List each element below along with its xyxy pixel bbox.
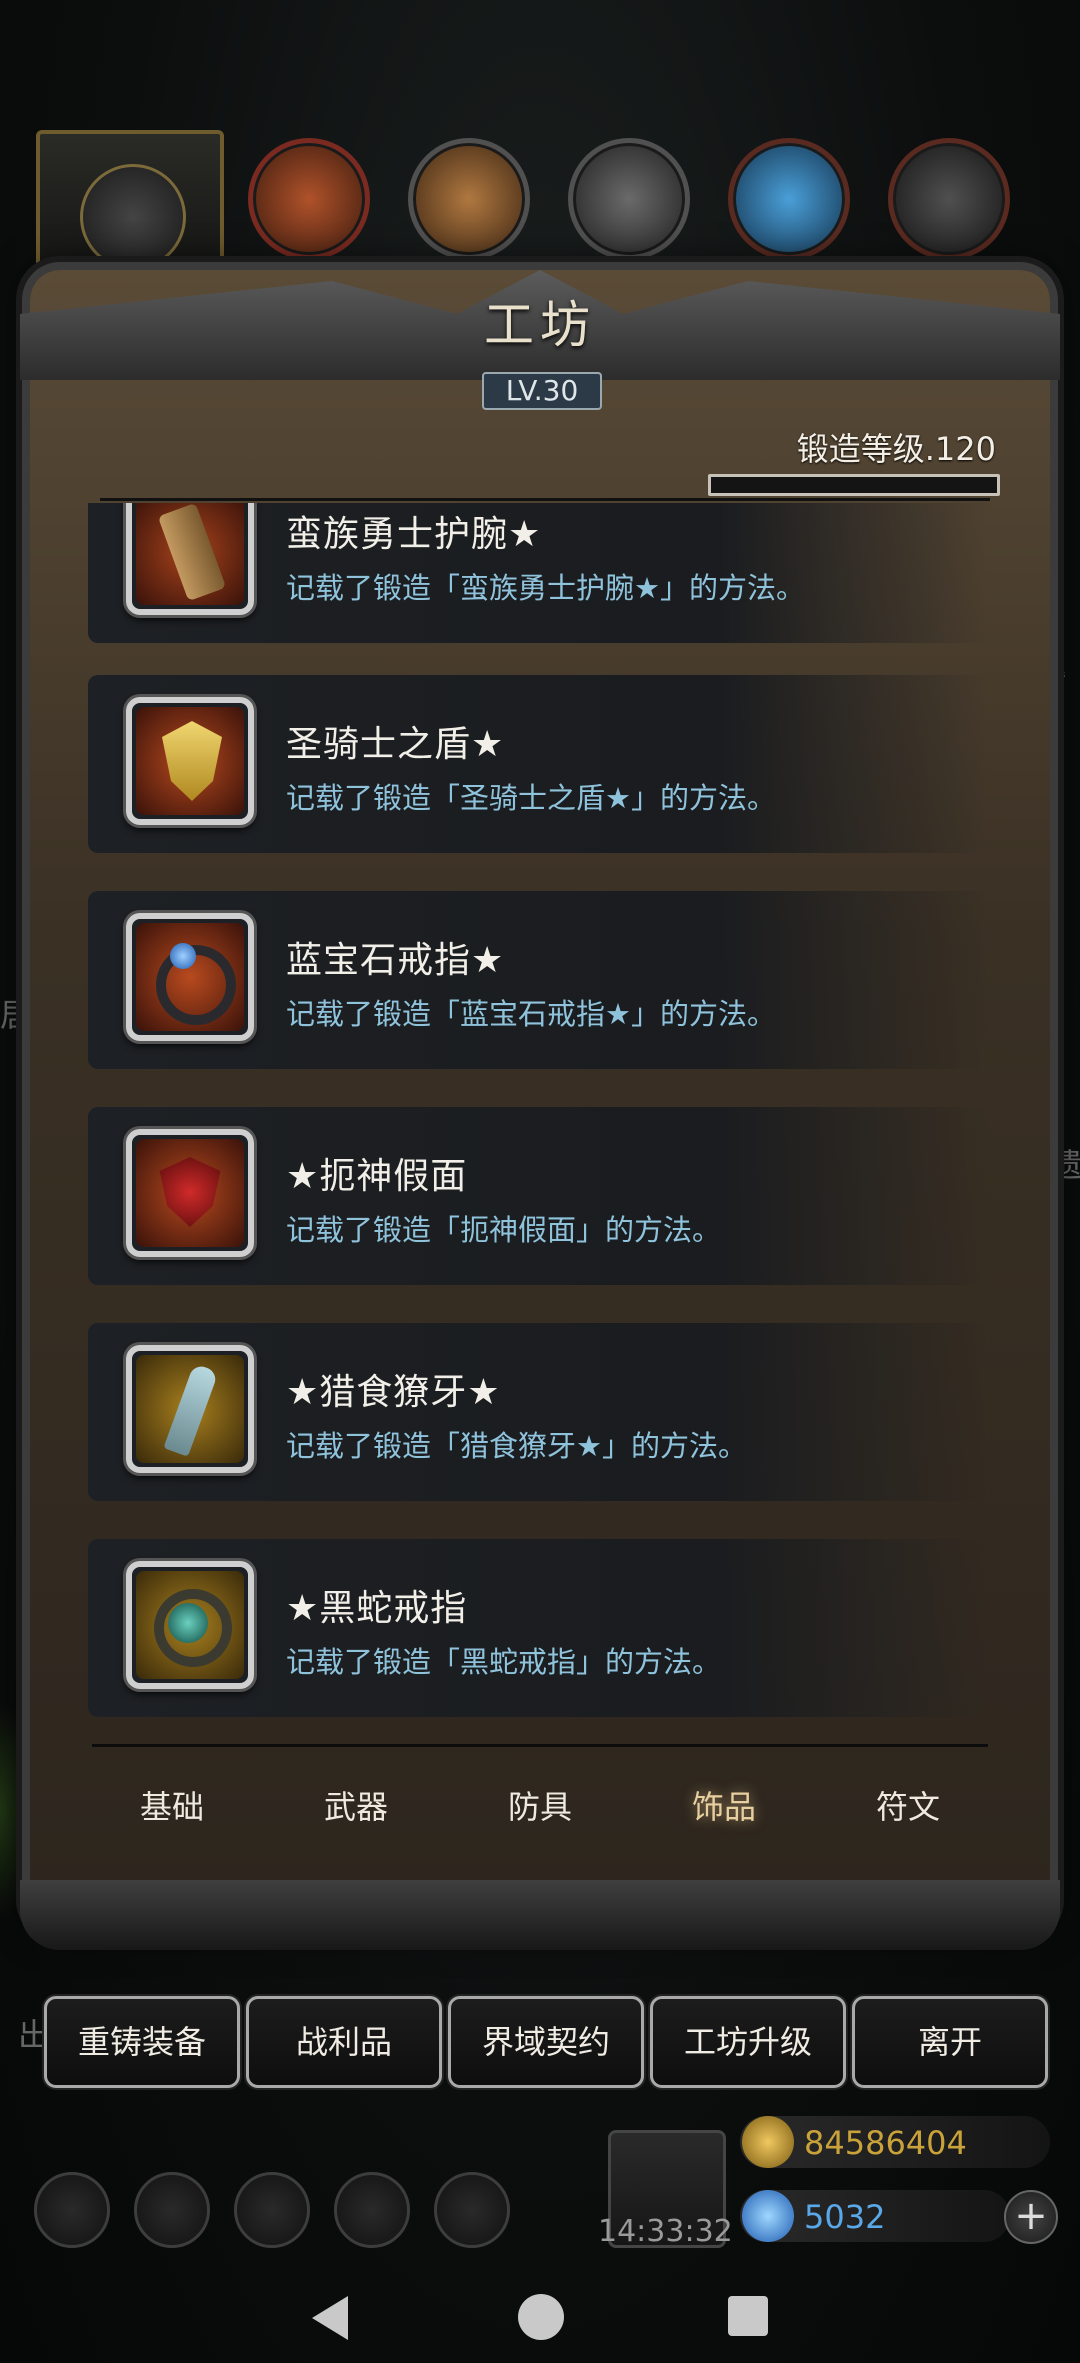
gem-counter: 5032 bbox=[740, 2190, 1010, 2242]
upgrade-workshop-button[interactable]: 工坊升级 bbox=[650, 1996, 846, 2088]
mail-icon[interactable] bbox=[334, 2172, 410, 2248]
loot-button[interactable]: 战利品 bbox=[246, 1996, 442, 2088]
item-desc: 记载了锻造「猎食獠牙★」的方法。 bbox=[286, 1429, 747, 1463]
panel-ornate-frame-bottom bbox=[20, 1880, 1060, 1950]
list-item[interactable]: 圣骑士之盾★ 记载了锻造「圣骑士之盾★」的方法。 bbox=[88, 675, 988, 853]
gold-coin-icon bbox=[742, 2116, 794, 2168]
item-desc: 记载了锻造「圣骑士之盾★」的方法。 bbox=[286, 781, 776, 815]
list-item[interactable]: 蛮族勇士护腕★ 记载了锻造「蛮族勇士护腕★」的方法。 bbox=[88, 503, 988, 643]
trade-icon[interactable] bbox=[434, 2172, 510, 2248]
item-name: 蓝宝石戒指★ bbox=[286, 940, 505, 981]
tab-weapons[interactable]: 武器 bbox=[264, 1752, 448, 1862]
forge-level-label: 锻造等级.120 bbox=[796, 430, 996, 468]
item-desc: 记载了锻造「黑蛇戒指」的方法。 bbox=[286, 1645, 722, 1679]
item-desc: 记载了锻造「扼神假面」的方法。 bbox=[286, 1213, 722, 1247]
add-currency-button[interactable]: + bbox=[1004, 2190, 1058, 2244]
tab-accessories[interactable]: 饰品 bbox=[632, 1752, 816, 1862]
recipe-list[interactable]: 蛮族勇士护腕★ 记载了锻造「蛮族勇士护腕★」的方法。 圣骑士之盾★ 记载了锻造「… bbox=[80, 503, 1000, 1741]
list-item[interactable]: ★黑蛇戒指 记载了锻造「黑蛇戒指」的方法。 bbox=[88, 1539, 988, 1717]
system-nav-bar bbox=[0, 2270, 1080, 2363]
item-name: ★扼神假面 bbox=[286, 1156, 468, 1197]
item-name: 蛮族勇士护腕★ bbox=[286, 514, 542, 555]
side-text-left: 居 bbox=[0, 996, 33, 1034]
ring-icon bbox=[126, 913, 254, 1041]
item-desc: 记载了锻造「蓝宝石戒指★」的方法。 bbox=[286, 997, 776, 1031]
leave-button[interactable]: 离开 bbox=[852, 1996, 1048, 2088]
item-name: 圣骑士之盾★ bbox=[286, 724, 505, 765]
crystal-icon[interactable] bbox=[728, 138, 850, 260]
forge-progress-bar bbox=[708, 474, 1000, 496]
panel-title: 工坊 bbox=[484, 296, 596, 354]
list-divider-top bbox=[100, 498, 990, 501]
tab-basic[interactable]: 基础 bbox=[80, 1752, 264, 1862]
side-text-right: 遗 bbox=[1050, 1146, 1080, 1184]
iron-icon[interactable] bbox=[888, 138, 1010, 260]
workshop-level-badge: LV.30 bbox=[482, 372, 602, 410]
item-desc: 记载了锻造「蛮族勇士护腕★」的方法。 bbox=[286, 571, 805, 605]
tab-runes[interactable]: 符文 bbox=[816, 1752, 1000, 1862]
category-tabs: 基础 武器 防具 饰品 符文 bbox=[80, 1752, 1000, 1862]
home-icon[interactable] bbox=[518, 2294, 564, 2340]
gem-icon bbox=[742, 2190, 794, 2242]
guild-icon[interactable] bbox=[234, 2172, 310, 2248]
realm-contract-button[interactable]: 界域契约 bbox=[448, 1996, 644, 2088]
wood-icon[interactable] bbox=[408, 138, 530, 260]
item-name: ★黑蛇戒指 bbox=[286, 1588, 468, 1629]
list-divider-bottom bbox=[92, 1744, 988, 1747]
settings-icon[interactable] bbox=[34, 2172, 110, 2248]
fang-icon bbox=[126, 1345, 254, 1473]
mask-icon bbox=[126, 1129, 254, 1257]
item-name: ★猎食獠牙★ bbox=[286, 1372, 501, 1413]
guild-emblem-icon bbox=[80, 164, 186, 270]
back-icon[interactable] bbox=[312, 2296, 348, 2340]
list-item[interactable]: ★猎食獠牙★ 记载了锻造「猎食獠牙★」的方法。 bbox=[88, 1323, 988, 1501]
achievement-icon[interactable] bbox=[134, 2172, 210, 2248]
stone-icon[interactable] bbox=[568, 138, 690, 260]
reforge-button[interactable]: 重铸装备 bbox=[44, 1996, 240, 2088]
shield-icon bbox=[126, 697, 254, 825]
gold-value: 84586404 bbox=[804, 2124, 967, 2162]
bracer-icon bbox=[126, 503, 254, 615]
list-item[interactable]: 蓝宝石戒指★ 记载了锻造「蓝宝石戒指★」的方法。 bbox=[88, 891, 988, 1069]
gold-counter: 84586404 bbox=[740, 2116, 1050, 2168]
gem-value: 5032 bbox=[804, 2198, 886, 2236]
recent-apps-icon[interactable] bbox=[728, 2296, 768, 2336]
serpent-ring-icon bbox=[126, 1561, 254, 1689]
game-clock: 14:33:32 bbox=[598, 2214, 733, 2249]
list-item[interactable]: ★扼神假面 记载了锻造「扼神假面」的方法。 bbox=[88, 1107, 988, 1285]
tab-armor[interactable]: 防具 bbox=[448, 1752, 632, 1862]
meat-icon[interactable] bbox=[248, 138, 370, 260]
